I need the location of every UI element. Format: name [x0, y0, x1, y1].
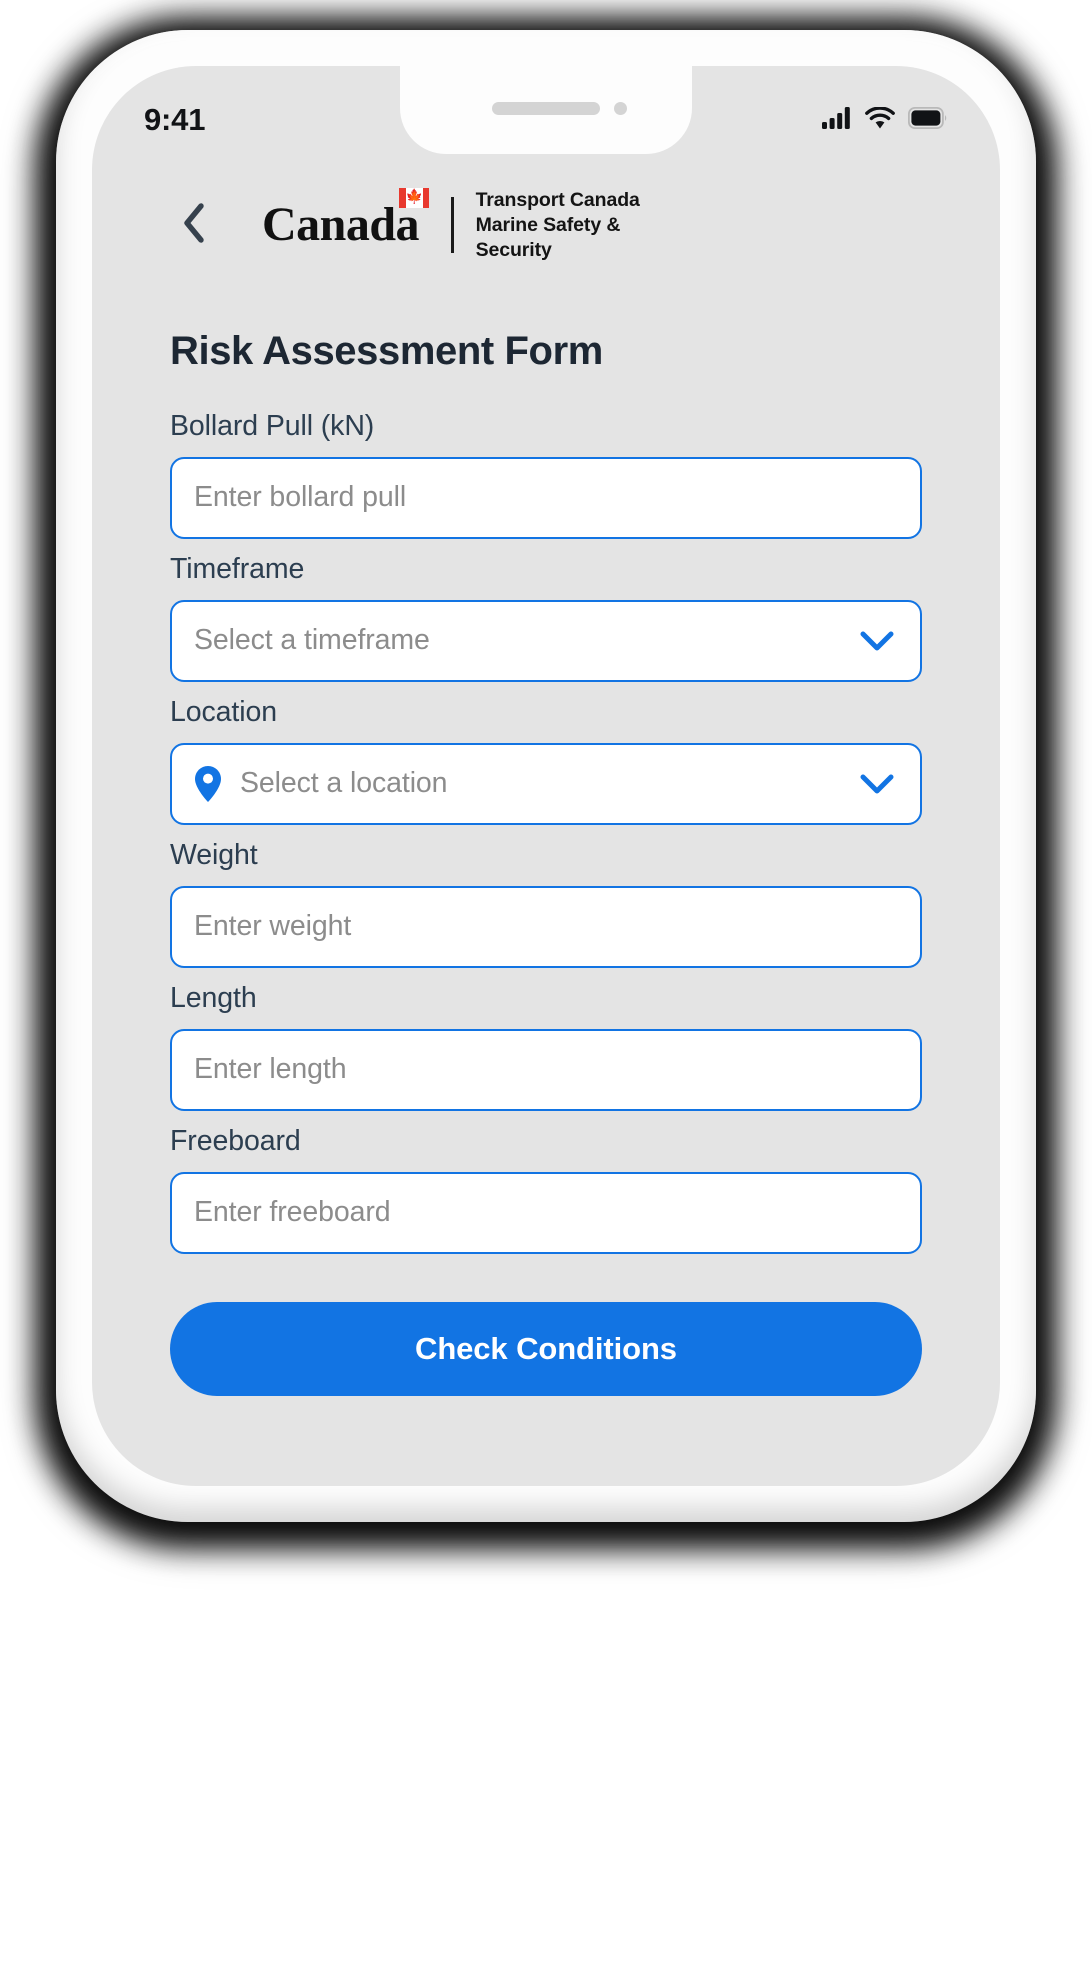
chevron-left-icon [181, 202, 207, 249]
field-timeframe: Timeframe Select a timeframe [92, 553, 1000, 682]
label-freeboard: Freeboard [170, 1124, 301, 1157]
check-conditions-button[interactable]: Check Conditions [170, 1301, 922, 1396]
placeholder-freeboard: Enter freeboard [194, 1196, 391, 1229]
label-length: Length [170, 981, 257, 1014]
input-weight[interactable]: Enter weight [170, 885, 922, 968]
status-bar: 9:41 [92, 66, 1000, 166]
label-bollard-pull: Bollard Pull (kN) [170, 409, 375, 442]
placeholder-length: Enter length [194, 1053, 347, 1086]
app-header: Canada 🍁 Transport Canada Marine Safety … [92, 166, 1000, 263]
chevron-down-icon[interactable] [860, 630, 894, 652]
placeholder-weight: Enter weight [194, 910, 352, 943]
back-button[interactable] [170, 201, 218, 249]
canada-wordmark-text: Canada [262, 198, 420, 252]
canada-wordmark: Canada 🍁 [262, 188, 430, 252]
label-weight: Weight [170, 838, 258, 871]
status-icons-group [822, 105, 948, 134]
flag-band-middle: 🍁 [405, 188, 423, 209]
input-length[interactable]: Enter length [170, 1028, 922, 1111]
placeholder-timeframe: Select a timeframe [194, 624, 430, 657]
placeholder-location: Select a location [240, 767, 448, 800]
field-bollard-pull: Bollard Pull (kN) Enter bollard pull [92, 410, 1000, 539]
select-timeframe[interactable]: Select a timeframe [170, 599, 922, 682]
select-location[interactable]: Select a location [170, 742, 922, 825]
screenshot-scene: 9:41 Canada 🍁 Transport Canada Marine Sa… [0, 0, 1092, 1987]
canada-flag-icon: 🍁 [399, 188, 430, 209]
app-content: Canada 🍁 Transport Canada Marine Safety … [92, 166, 1000, 1396]
label-timeframe: Timeframe [170, 552, 305, 585]
placeholder-bollard-pull: Enter bollard pull [194, 481, 407, 514]
field-weight: Weight Enter weight [92, 839, 1000, 968]
field-length: Length Enter length [92, 982, 1000, 1111]
page-title: Risk Assessment Form [170, 328, 603, 373]
cellular-signal-icon [822, 106, 852, 134]
department-line-3: Security [475, 238, 552, 261]
submit-area: Check Conditions [92, 1301, 1000, 1396]
field-freeboard: Freeboard Enter freeboard [92, 1125, 1000, 1254]
wifi-icon [865, 105, 895, 134]
phone-screen: 9:41 Canada 🍁 Transport Canada Marine Sa… [92, 66, 1000, 1486]
field-location: Location Select a location [92, 696, 1000, 825]
label-location: Location [170, 695, 277, 728]
brand-lockup: Canada 🍁 Transport Canada Marine Safety … [262, 188, 640, 263]
department-line-2: Marine Safety & [475, 213, 621, 236]
input-bollard-pull[interactable]: Enter bollard pull [170, 456, 922, 539]
flag-band-right [422, 188, 430, 209]
chevron-down-icon[interactable] [860, 773, 894, 795]
department-line-1: Transport Canada [475, 189, 640, 211]
battery-full-icon [907, 106, 948, 134]
brand-divider [451, 197, 454, 254]
map-pin-icon [194, 765, 222, 803]
input-freeboard[interactable]: Enter freeboard [170, 1171, 922, 1254]
status-time: 9:41 [144, 102, 206, 137]
maple-leaf-icon: 🍁 [405, 190, 423, 206]
risk-assessment-form: Bollard Pull (kN) Enter bollard pull Tim… [92, 410, 1000, 1396]
department-name: Transport Canada Marine Safety & Securit… [476, 188, 640, 263]
